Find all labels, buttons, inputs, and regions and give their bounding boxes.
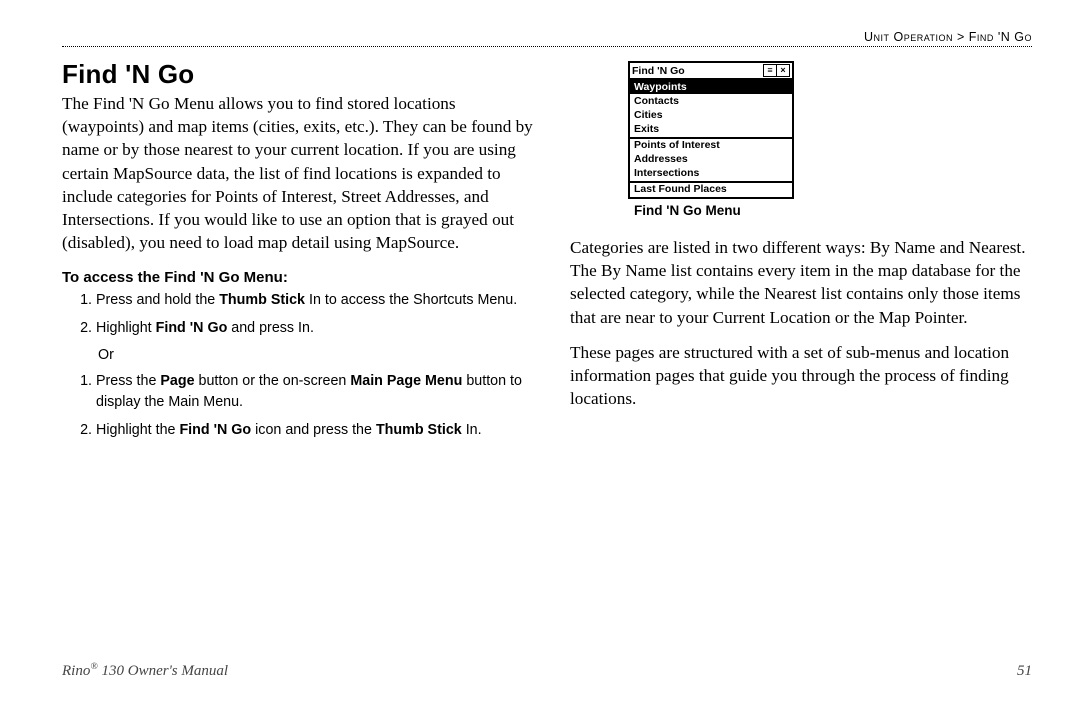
footer-doc-title: 130 Owner's Manual: [98, 663, 228, 679]
text: Highlight: [96, 320, 156, 336]
registered-icon: ®: [90, 661, 97, 672]
device-item-waypoints: Waypoints: [630, 80, 792, 94]
term-thumb-stick: Thumb Stick: [376, 422, 462, 438]
or-separator: Or: [98, 347, 540, 363]
manual-page: Unit Operation > Find 'N Go Find 'N Go T…: [0, 0, 1080, 702]
breadcrumb: Unit Operation > Find 'N Go: [62, 30, 1032, 44]
device-group-2: Points of Interest Addresses Intersectio…: [630, 139, 792, 183]
intro-paragraph: The Find 'N Go Menu allows you to find s…: [62, 92, 540, 255]
device-screenshot: Find 'N Go ≡ × Waypoints Contacts Cities…: [628, 61, 794, 199]
term-main-page-menu: Main Page Menu: [350, 373, 462, 389]
device-item-poi: Points of Interest: [630, 139, 792, 153]
close-icon: ×: [776, 64, 790, 77]
procedure-heading: To access the Find 'N Go Menu:: [62, 269, 540, 286]
device-titlebar-icons: ≡ ×: [764, 64, 790, 77]
steps-list-b: Press the Page button or the on-screen M…: [82, 371, 540, 441]
device-title-text: Find 'N Go: [632, 65, 685, 77]
text: In to access the Shortcuts Menu.: [305, 292, 517, 308]
term-find-n-go: Find 'N Go: [179, 422, 251, 438]
term-thumb-stick: Thumb Stick: [219, 292, 305, 308]
paragraph-pages: These pages are structured with a set of…: [570, 341, 1032, 411]
text: Press the: [96, 373, 160, 389]
page-number: 51: [1017, 663, 1032, 680]
right-column: Find 'N Go ≡ × Waypoints Contacts Cities…: [570, 55, 1032, 449]
paragraph-categories: Categories are listed in two different w…: [570, 236, 1032, 329]
term-find-n-go: Find 'N Go: [156, 320, 228, 336]
text: Press and hold the: [96, 292, 219, 308]
steps-list-a: Press and hold the Thumb Stick In to acc…: [82, 290, 540, 339]
step-a2: Highlight Find 'N Go and press In.: [96, 318, 540, 339]
device-group-1: Waypoints Contacts Cities Exits: [630, 80, 792, 139]
device-item-cities: Cities: [630, 108, 792, 122]
two-column-layout: Find 'N Go The Find 'N Go Menu allows yo…: [62, 55, 1032, 449]
device-item-intersections: Intersections: [630, 167, 792, 181]
term-page: Page: [160, 373, 194, 389]
text: Highlight the: [96, 422, 179, 438]
device-group-3: Last Found Places: [630, 183, 792, 197]
footer-product: Rino® 130 Owner's Manual: [62, 661, 228, 680]
text: button or the on-screen: [195, 373, 351, 389]
divider-dotted: [62, 46, 1032, 47]
device-item-last-found: Last Found Places: [630, 183, 792, 197]
step-a1: Press and hold the Thumb Stick In to acc…: [96, 290, 540, 311]
page-footer: Rino® 130 Owner's Manual 51: [62, 661, 1032, 680]
page-title: Find 'N Go: [62, 59, 540, 90]
text: icon and press the: [251, 422, 376, 438]
step-b1: Press the Page button or the on-screen M…: [96, 371, 540, 412]
step-b2: Highlight the Find 'N Go icon and press …: [96, 420, 540, 441]
device-titlebar: Find 'N Go ≡ ×: [630, 63, 792, 80]
text: In.: [462, 422, 482, 438]
device-caption: Find 'N Go Menu: [634, 203, 1032, 218]
menu-icon: ≡: [763, 64, 777, 77]
text: and press In.: [227, 320, 314, 336]
device-item-addresses: Addresses: [630, 153, 792, 167]
footer-brand: Rino: [62, 663, 90, 679]
device-item-exits: Exits: [630, 122, 792, 136]
device-item-contacts: Contacts: [630, 94, 792, 108]
left-column: Find 'N Go The Find 'N Go Menu allows yo…: [62, 55, 540, 449]
